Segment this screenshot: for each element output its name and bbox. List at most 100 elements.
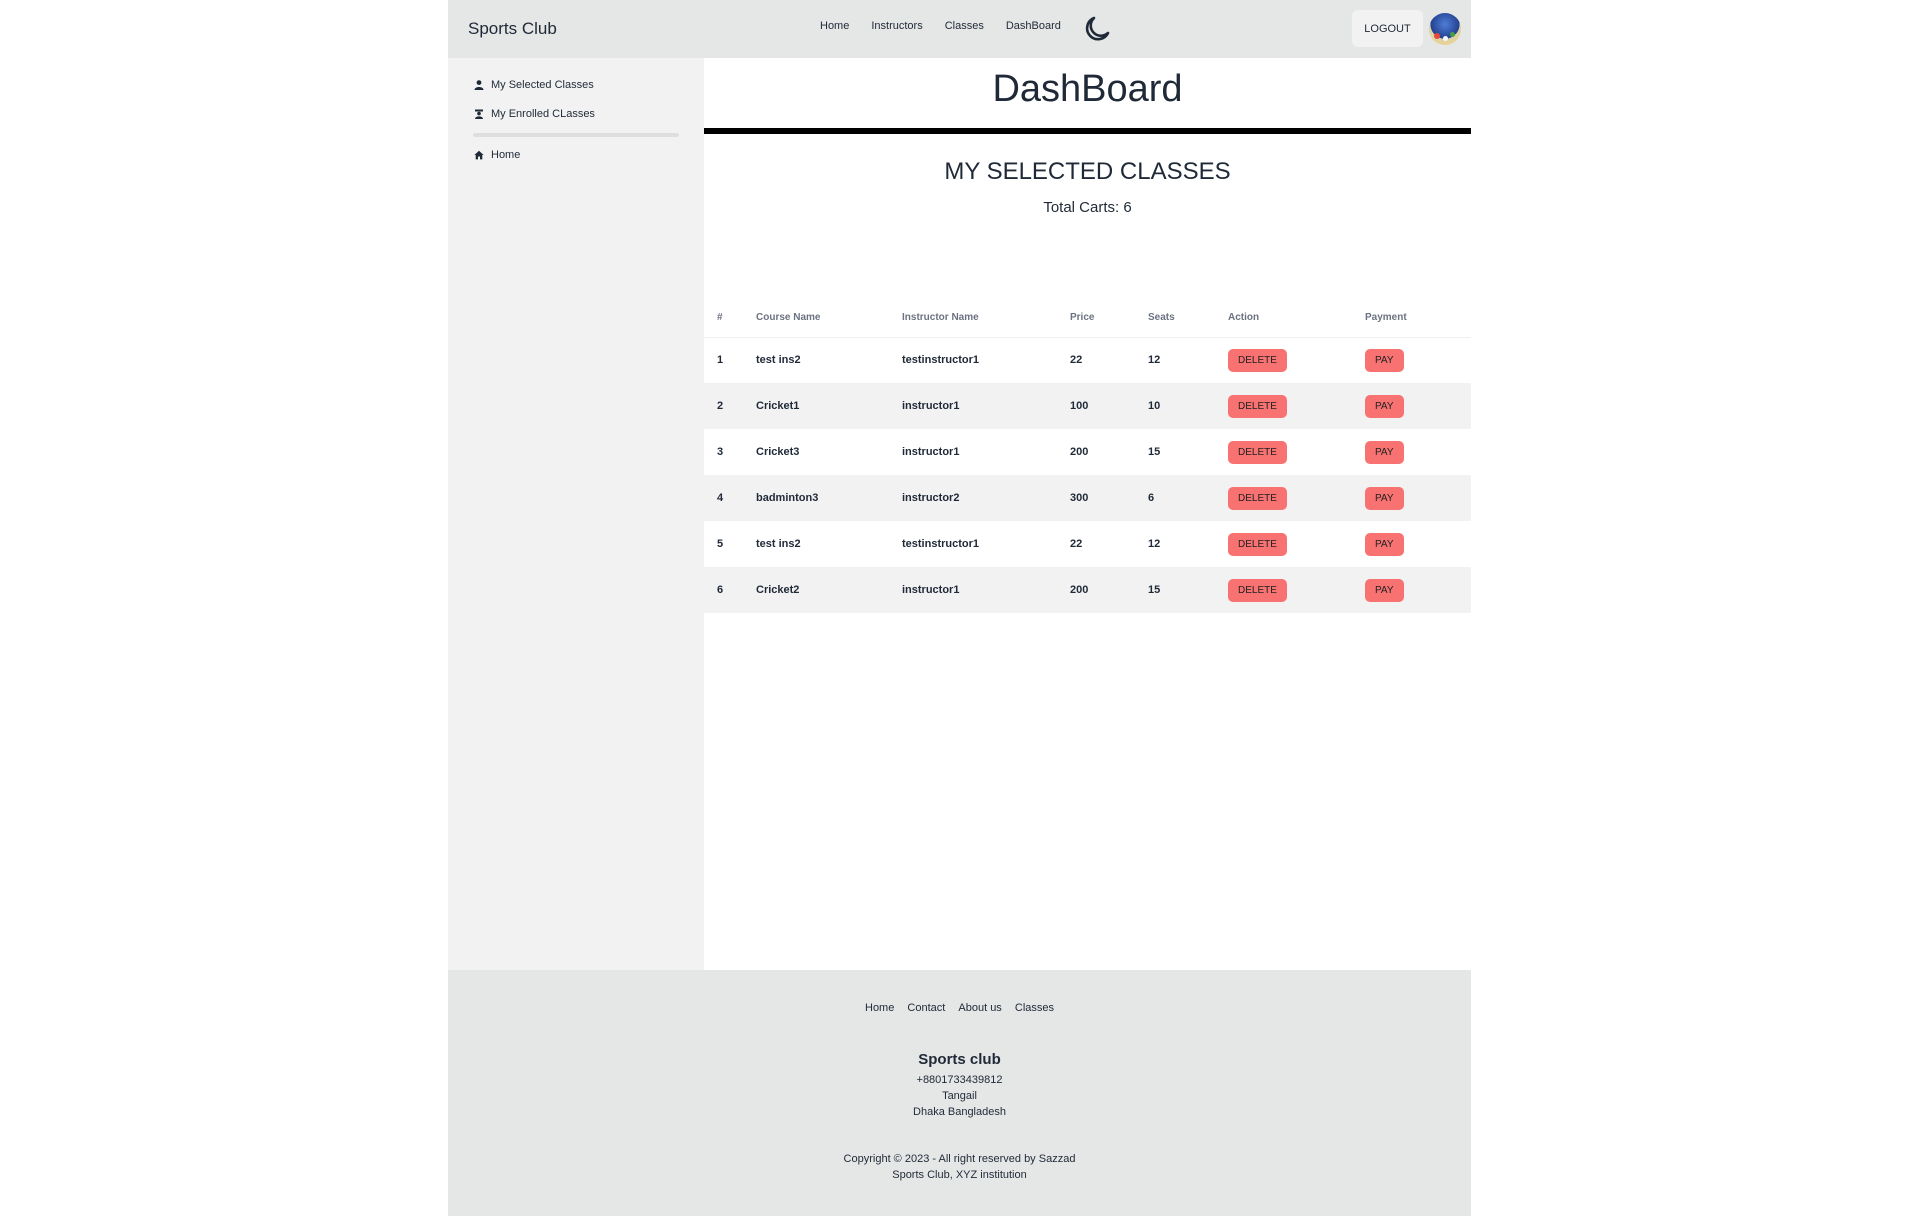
home-icon bbox=[474, 150, 484, 160]
footer-org: Sports Club, XYZ institution bbox=[892, 1169, 1027, 1181]
sidebar-item-label: My Enrolled CLasses bbox=[491, 108, 595, 120]
page-title: DashBoard bbox=[992, 68, 1183, 110]
pay-button[interactable]: PAY bbox=[1365, 440, 1404, 464]
cell-course: Cricket3 bbox=[756, 446, 800, 458]
cell-index: 2 bbox=[717, 400, 724, 412]
cell-course: test ins2 bbox=[756, 538, 801, 550]
cell-payment: PAY bbox=[1365, 337, 1471, 383]
cell-price: 22 bbox=[1070, 538, 1083, 550]
table-header-row: # Course Name Instructor Name Price Seat… bbox=[704, 299, 1471, 338]
cell-seats: 15 bbox=[1148, 584, 1161, 596]
cell-action: DELETE bbox=[1228, 383, 1365, 429]
pay-button[interactable]: PAY bbox=[1365, 394, 1404, 418]
cell-seats: 10 bbox=[1148, 400, 1161, 412]
logout-button[interactable]: LOGOUT bbox=[1352, 10, 1423, 47]
pay-button[interactable]: PAY bbox=[1365, 348, 1404, 372]
cell-course: test ins2 bbox=[756, 354, 801, 367]
nav-link-home[interactable]: Home bbox=[820, 20, 849, 32]
cell-instructor: instructor1 bbox=[902, 446, 960, 458]
title-divider bbox=[704, 128, 1471, 134]
cell-index: 4 bbox=[717, 492, 724, 504]
cell-action: DELETE bbox=[1228, 521, 1365, 567]
delete-button[interactable]: DELETE bbox=[1228, 486, 1287, 510]
cell-seats: 12 bbox=[1148, 538, 1161, 550]
footer-link-home[interactable]: Home bbox=[865, 1002, 894, 1014]
delete-button[interactable]: DELETE bbox=[1228, 348, 1287, 372]
cell-index: 1 bbox=[717, 354, 724, 367]
footer-link-classes[interactable]: Classes bbox=[1015, 1002, 1054, 1014]
footer-city: Tangail bbox=[942, 1090, 977, 1102]
footer-links: Home Contact About us Classes bbox=[448, 1002, 1471, 1014]
column-header-instructor: Instructor Name bbox=[902, 299, 1070, 338]
cell-instructor: instructor2 bbox=[902, 492, 960, 504]
delete-button[interactable]: DELETE bbox=[1228, 532, 1287, 556]
sidebar-item-enrolled-classes[interactable]: My Enrolled CLasses bbox=[474, 108, 595, 120]
nav-link-instructors[interactable]: Instructors bbox=[871, 20, 922, 32]
sidebar: My Selected Classes My Enrolled CLasses … bbox=[448, 58, 704, 970]
cell-seats: 15 bbox=[1148, 446, 1161, 458]
main-content: DashBoard MY SELECTED CLASSES Total Cart… bbox=[704, 58, 1471, 970]
footer: Home Contact About us Classes Sports clu… bbox=[448, 970, 1471, 1216]
cell-price: 300 bbox=[1070, 492, 1089, 504]
footer-link-about[interactable]: About us bbox=[958, 1002, 1001, 1014]
pay-button[interactable]: PAY bbox=[1365, 578, 1404, 602]
column-header-action: Action bbox=[1228, 299, 1365, 338]
pay-button[interactable]: PAY bbox=[1365, 532, 1404, 556]
cell-action: DELETE bbox=[1228, 567, 1365, 613]
cell-payment: PAY bbox=[1365, 429, 1471, 475]
total-carts: Total Carts: 6 bbox=[1043, 199, 1132, 216]
avatar[interactable] bbox=[1429, 13, 1461, 45]
column-header-price: Price bbox=[1070, 299, 1148, 338]
footer-link-contact[interactable]: Contact bbox=[907, 1002, 945, 1014]
selected-classes-table: # Course Name Instructor Name Price Seat… bbox=[704, 299, 1471, 613]
delete-button[interactable]: DELETE bbox=[1228, 440, 1287, 464]
cell-action: DELETE bbox=[1228, 429, 1365, 475]
delete-button[interactable]: DELETE bbox=[1228, 394, 1287, 418]
table-row: 6 Cricket2 instructor1 200 15 DELETE PAY bbox=[704, 567, 1471, 613]
sidebar-item-label: My Selected Classes bbox=[491, 79, 594, 91]
cell-action: DELETE bbox=[1228, 475, 1365, 521]
sidebar-item-selected-classes[interactable]: My Selected Classes bbox=[474, 79, 594, 91]
app-root: Sports Club Home Instructors Classes Das… bbox=[448, 0, 1471, 1216]
cell-index: 3 bbox=[717, 446, 724, 458]
cell-instructor: testinstructor1 bbox=[902, 538, 980, 550]
cell-price: 200 bbox=[1070, 446, 1089, 458]
footer-brand: Sports club bbox=[918, 1051, 1001, 1068]
column-header-course: Course Name bbox=[756, 299, 902, 338]
avatar-detail bbox=[1443, 36, 1448, 41]
navbar: Sports Club Home Instructors Classes Das… bbox=[448, 0, 1471, 58]
enrolled-icon bbox=[475, 109, 483, 119]
footer-copyright: Copyright © 2023 - All right reserved by… bbox=[843, 1153, 1076, 1165]
cell-course: Cricket1 bbox=[756, 400, 800, 412]
cell-price: 200 bbox=[1070, 584, 1089, 596]
cell-course: badminton3 bbox=[756, 492, 819, 504]
sidebar-item-label: Home bbox=[491, 149, 521, 161]
column-header-index: # bbox=[704, 299, 756, 338]
cell-instructor: instructor1 bbox=[902, 584, 960, 596]
avatar-detail bbox=[1450, 32, 1455, 37]
cell-seats: 12 bbox=[1148, 354, 1161, 367]
cell-price: 100 bbox=[1070, 400, 1089, 412]
table-row: 5 test ins2 testinstructor1 22 12 DELETE… bbox=[704, 521, 1471, 567]
delete-button[interactable]: DELETE bbox=[1228, 578, 1287, 602]
avatar-detail bbox=[1434, 33, 1440, 39]
nav-links: Home Instructors Classes DashBoard bbox=[820, 20, 1083, 32]
cell-action: DELETE bbox=[1228, 337, 1365, 383]
nav-link-dashboard[interactable]: DashBoard bbox=[1006, 20, 1061, 32]
cell-index: 5 bbox=[717, 538, 724, 550]
nav-link-classes[interactable]: Classes bbox=[945, 20, 984, 32]
moon-icon[interactable] bbox=[1082, 14, 1112, 44]
cell-payment: PAY bbox=[1365, 567, 1471, 613]
cell-payment: PAY bbox=[1365, 383, 1471, 429]
cell-index: 6 bbox=[717, 584, 724, 596]
cell-payment: PAY bbox=[1365, 521, 1471, 567]
section-title: MY SELECTED CLASSES bbox=[944, 158, 1231, 185]
column-header-payment: Payment bbox=[1365, 299, 1471, 338]
cell-instructor: testinstructor1 bbox=[902, 354, 980, 367]
sidebar-item-home[interactable]: Home bbox=[474, 149, 520, 161]
brand-logo-text[interactable]: Sports Club bbox=[468, 19, 557, 39]
column-header-seats: Seats bbox=[1148, 299, 1228, 338]
pay-button[interactable]: PAY bbox=[1365, 486, 1404, 510]
cell-payment: PAY bbox=[1365, 475, 1471, 521]
table-row: 2 Cricket1 instructor1 100 10 DELETE PAY bbox=[704, 383, 1471, 429]
